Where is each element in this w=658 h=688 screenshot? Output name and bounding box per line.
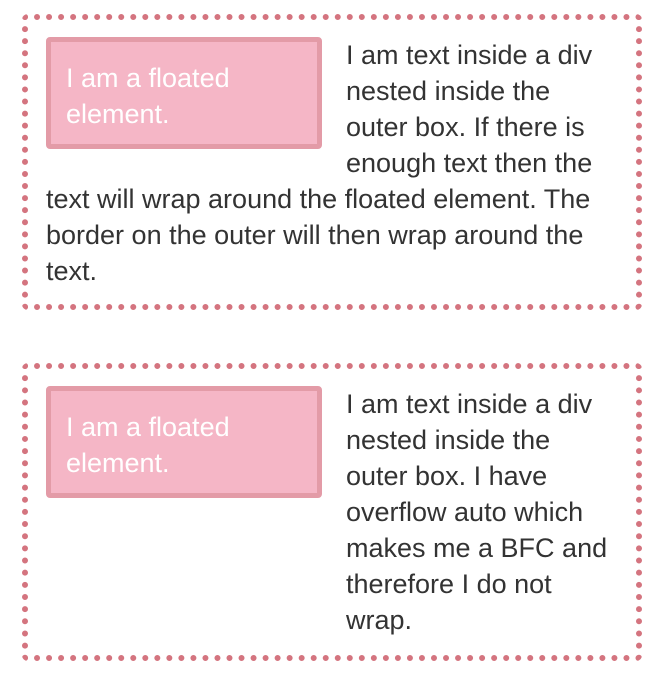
floated-element-label: I am a floated element. <box>66 63 230 129</box>
floated-element: I am a floated element. <box>46 386 322 498</box>
nested-text-bfc: I am text inside a div nested inside the… <box>346 389 608 635</box>
floated-element-label: I am a floated element. <box>66 412 230 478</box>
outer-box-wrapping: I am a floated element. I am text inside… <box>22 14 642 310</box>
outer-box-bfc: I am a floated element. I am text inside… <box>22 363 642 661</box>
floated-element: I am a floated element. <box>46 37 322 149</box>
